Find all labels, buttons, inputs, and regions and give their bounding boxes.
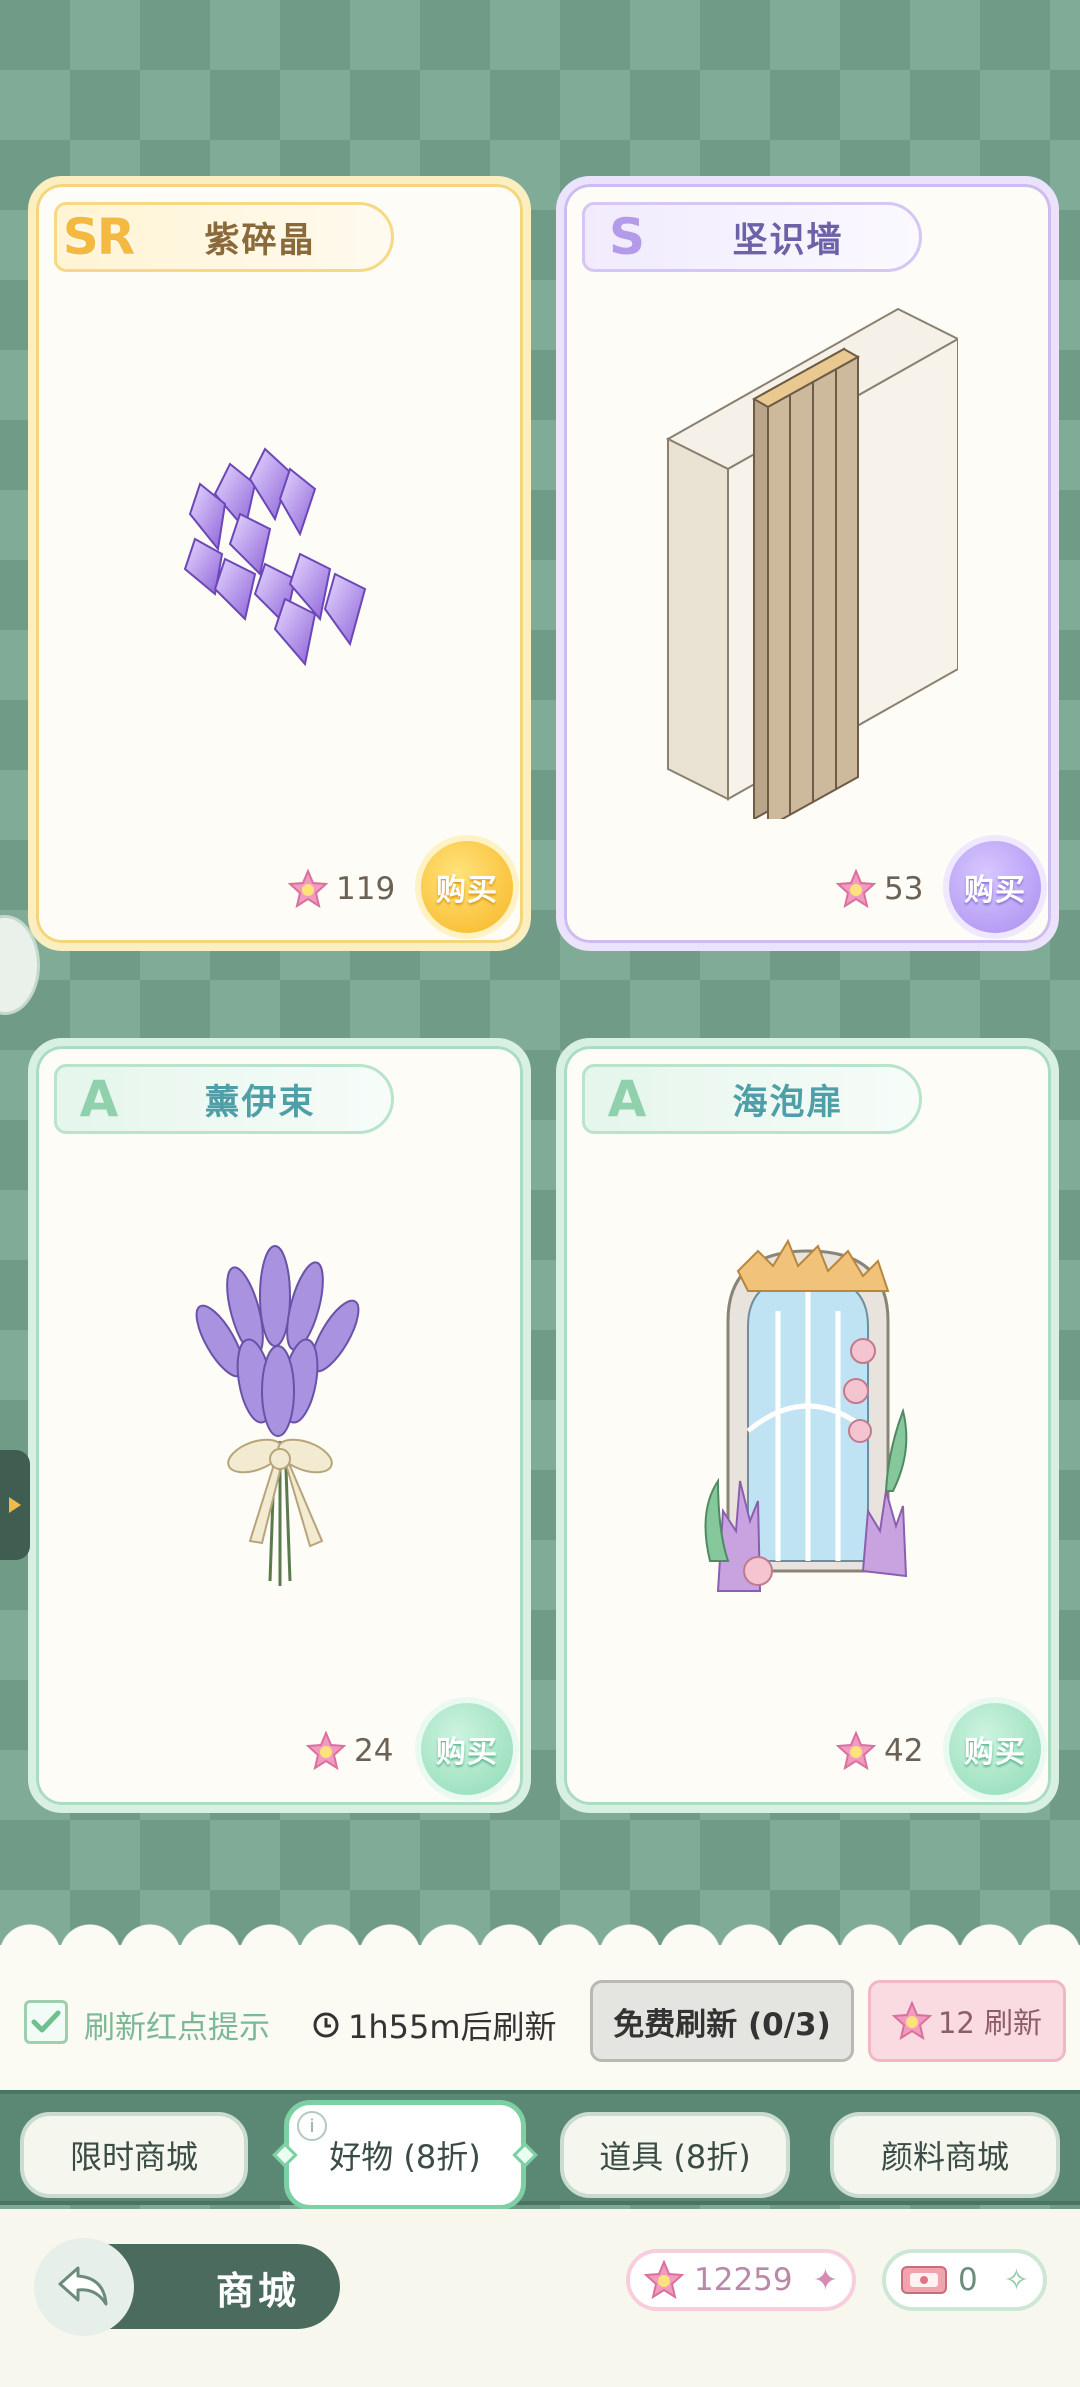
card-title-bar: A 薰伊束 [54, 1064, 394, 1134]
tab-goods-label: 好物 (8折) [329, 2138, 481, 2176]
rarity-badge: S [608, 208, 645, 266]
card-title-bar: SR 紫碎晶 [54, 202, 394, 272]
page-title: 商城 [216, 2269, 301, 2313]
product-card-lavender[interactable]: A 薰伊束 24 购买 [28, 1038, 531, 1813]
rarity-badge: SR [62, 208, 136, 266]
buy-button[interactable]: 购买 [943, 1697, 1047, 1801]
ticket-icon [901, 2266, 947, 2294]
refresh-bar: 刷新红点提示 1h55m后刷新 免费刷新 (0/3) 12 刷新 [0, 1945, 1080, 2090]
price-tag: 42 [836, 1731, 923, 1771]
card-name: 海泡扉 [732, 1082, 844, 1123]
clock-icon [313, 2012, 339, 2038]
wooden-wall-image [564, 294, 1051, 823]
back-button[interactable]: 商城 [34, 2238, 340, 2336]
card-name: 薰伊束 [204, 1082, 316, 1123]
tab-items[interactable]: 道具 (8折) [560, 2112, 790, 2198]
buy-button[interactable]: 购买 [415, 1697, 519, 1801]
rarity-badge: A [607, 1070, 647, 1128]
price-tag: 119 [288, 869, 395, 909]
side-drawer-handle[interactable] [0, 1450, 30, 1560]
price-value: 42 [884, 1733, 924, 1769]
tab-paint-shop[interactable]: 颜料商城 [830, 2112, 1060, 2198]
card-name: 坚识墙 [732, 220, 844, 261]
buy-button[interactable]: 购买 [415, 835, 519, 939]
shop-tab-strip: 限时商城 i 好物 (8折) 道具 (8折) 颜料商城 [0, 2090, 1080, 2210]
card-name: 紫碎晶 [204, 220, 316, 261]
coral-door-image [564, 1156, 1051, 1685]
product-card-sea-foam-door[interactable]: A 海泡扉 42 购买 [556, 1038, 1059, 1813]
paid-refresh-button[interactable]: 12 刷新 [868, 1980, 1066, 2062]
star-gem-icon [836, 1731, 876, 1771]
price-tag: 53 [836, 869, 923, 909]
tab-diamond-right [512, 2142, 538, 2168]
refresh-timer: 1h55m后刷新 [312, 2002, 557, 2048]
crystal-cluster-image [36, 294, 523, 823]
star-gem-icon [288, 869, 328, 909]
star-gem-icon [644, 2260, 684, 2300]
star-gem-icon [891, 2001, 932, 2041]
timer-text: 1h55m后刷新 [348, 2008, 557, 2046]
tab-goods[interactable]: i 好物 (8折) [272, 2100, 538, 2210]
ticket-balance-value: 0 [958, 2262, 978, 2298]
lavender-bouquet-image [36, 1156, 523, 1685]
checkmark-icon [31, 2010, 61, 2033]
gem-balance[interactable]: 12259 ✦ [626, 2249, 856, 2311]
free-refresh-button[interactable]: 免费刷新 (0/3) [590, 1980, 854, 2062]
plus-sparkle-icon[interactable]: ✦ [813, 2263, 838, 2298]
rarity-badge: A [79, 1070, 119, 1128]
price-tag: 24 [306, 1731, 393, 1771]
info-icon[interactable]: i [297, 2111, 327, 2141]
star-gem-icon [836, 869, 876, 909]
product-card-wall[interactable]: S 坚识墙 53 购买 [556, 176, 1059, 951]
bottom-bar: 商城 12259 ✦ 0 ✧ [0, 2209, 1080, 2387]
tab-diamond-left [272, 2142, 298, 2168]
refresh-reminder-checkbox[interactable] [24, 2000, 68, 2044]
paid-refresh-label: 12 刷新 [937, 2006, 1043, 2040]
refresh-reminder-label[interactable]: 刷新红点提示 [84, 2002, 270, 2047]
buy-button[interactable]: 购买 [943, 835, 1047, 939]
price-value: 53 [884, 871, 924, 907]
card-title-bar: S 坚识墙 [582, 202, 922, 272]
ticket-balance[interactable]: 0 ✧ [882, 2249, 1047, 2311]
price-value: 24 [354, 1733, 394, 1769]
price-value: 119 [336, 871, 396, 907]
tab-limited-shop[interactable]: 限时商城 [20, 2112, 248, 2198]
arrow-right-icon [9, 1497, 21, 1513]
card-title-bar: A 海泡扉 [582, 1064, 922, 1134]
product-card-purple-crystal[interactable]: SR 紫碎晶 119 购买 [28, 176, 531, 951]
gem-balance-value: 12259 [694, 2262, 793, 2298]
plus-sparkle-icon[interactable]: ✧ [1004, 2263, 1029, 2298]
back-arrow-icon[interactable] [34, 2238, 134, 2336]
star-gem-icon [306, 1731, 346, 1771]
